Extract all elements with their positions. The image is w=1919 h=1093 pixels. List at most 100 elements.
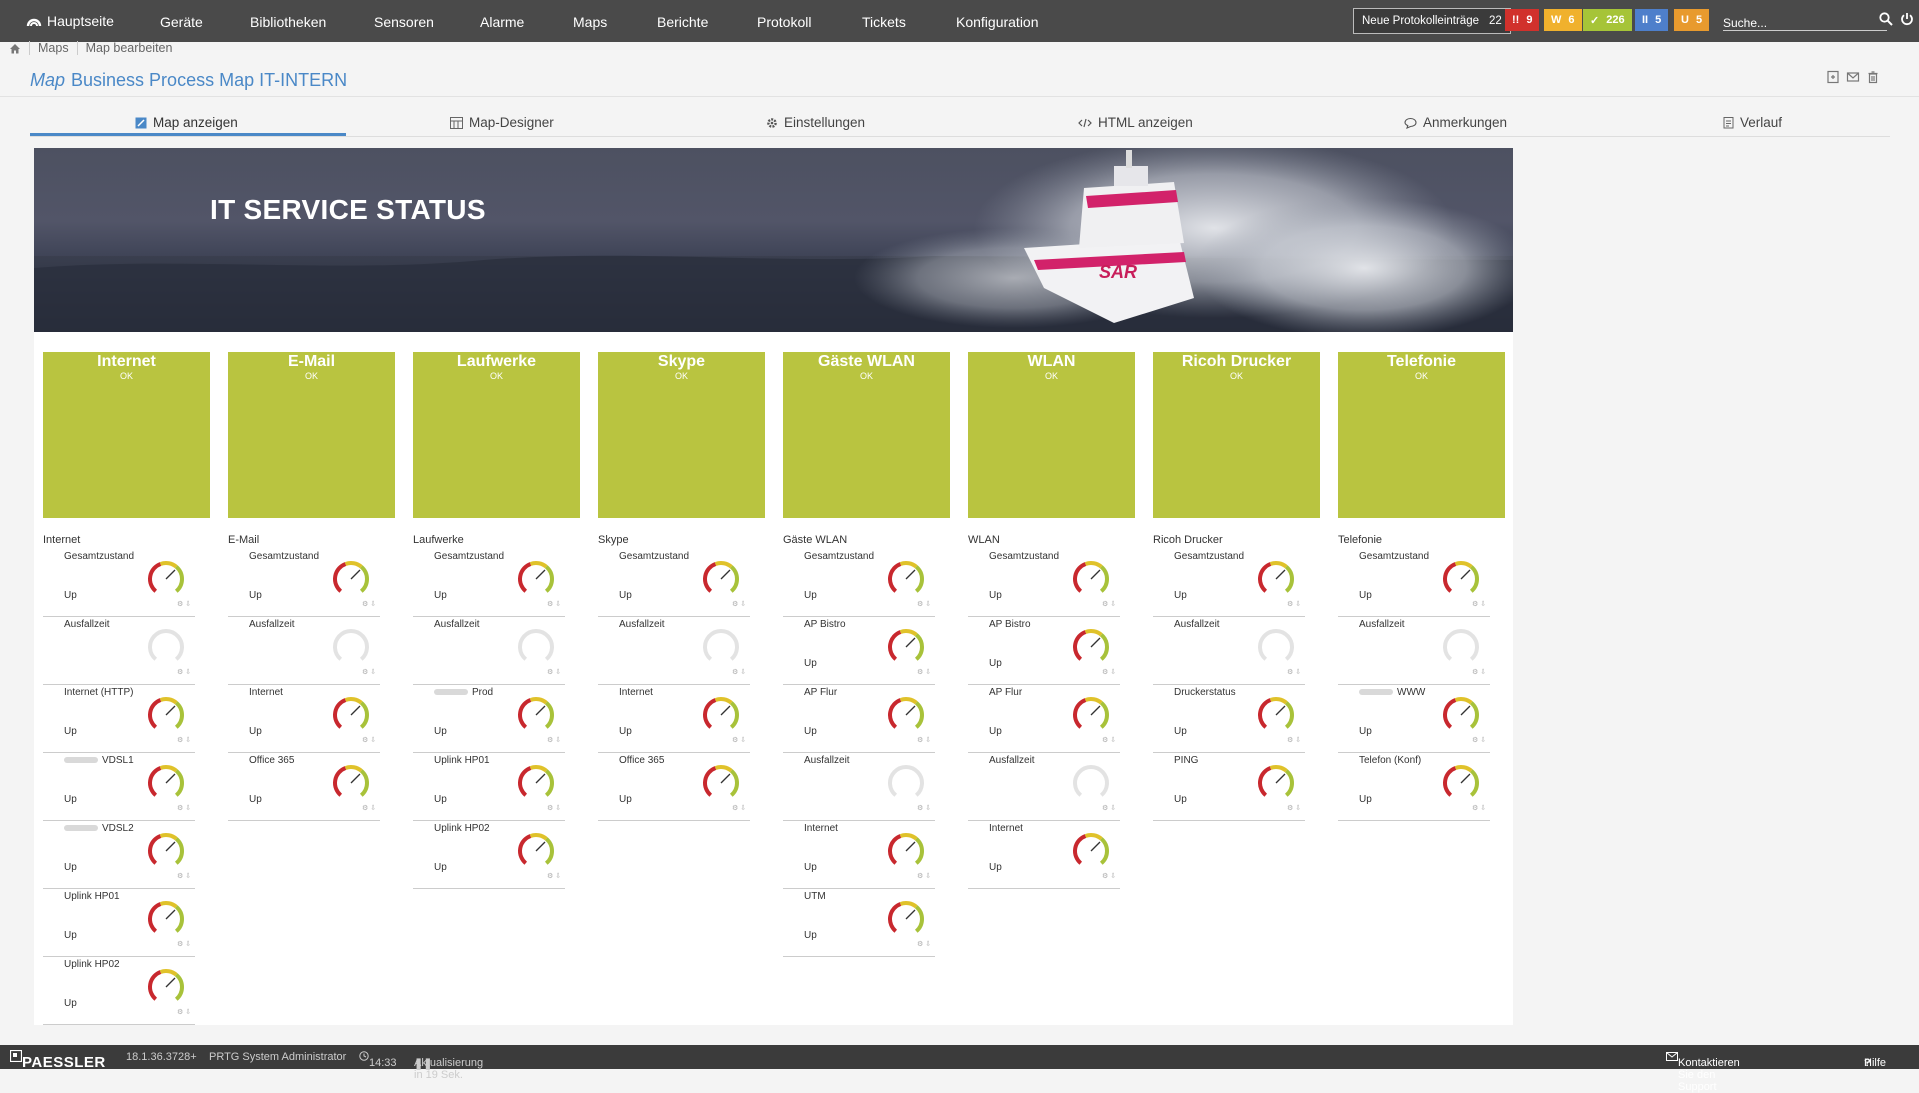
gauge-settings-icon[interactable]: ⚙ ⇩ (177, 1008, 191, 1016)
service-tile-e-mail[interactable]: E-Mail OK (228, 352, 395, 518)
sensor-gauge-item[interactable]: Gesamtzustand Up ⚙ ⇩ (228, 548, 380, 617)
nav-item-bibliotheken[interactable]: Bibliotheken (250, 14, 326, 30)
home-icon[interactable] (9, 43, 21, 54)
sensor-gauge-item[interactable]: Ausfallzeit ⚙ ⇩ (598, 616, 750, 685)
gauge-settings-icon[interactable]: ⚙ ⇩ (547, 668, 561, 676)
sensor-gauge-item[interactable]: Uplink HP01 Up ⚙ ⇩ (43, 888, 195, 957)
tab-einstellungen[interactable]: Einstellungen (766, 115, 865, 130)
gauge-settings-icon[interactable]: ⚙ ⇩ (362, 804, 376, 812)
sensor-gauge-item[interactable]: Telefon (Konf) Up ⚙ ⇩ (1338, 752, 1490, 821)
power-icon[interactable] (1900, 12, 1914, 26)
alarm-badge-paused[interactable]: II 5 (1635, 9, 1669, 31)
gauge-settings-icon[interactable]: ⚙ ⇩ (917, 804, 931, 812)
tab-html-anzeigen[interactable]: HTML anzeigen (1078, 115, 1193, 130)
gauge-settings-icon[interactable]: ⚙ ⇩ (1287, 668, 1301, 676)
sensor-gauge-item[interactable]: Ausfallzeit ⚙ ⇩ (228, 616, 380, 685)
service-tile-skype[interactable]: Skype OK (598, 352, 765, 518)
mail-icon[interactable] (1846, 70, 1860, 84)
gauge-settings-icon[interactable]: ⚙ ⇩ (177, 940, 191, 948)
gauge-settings-icon[interactable]: ⚙ ⇩ (732, 804, 746, 812)
nav-item-konfiguration[interactable]: Konfiguration (956, 14, 1039, 30)
tab-map-anzeigen[interactable]: Map anzeigen (135, 115, 238, 130)
sensor-gauge-item[interactable]: Office 365 Up ⚙ ⇩ (228, 752, 380, 821)
gauge-settings-icon[interactable]: ⚙ ⇩ (1287, 600, 1301, 608)
sensor-gauge-item[interactable]: Gesamtzustand Up ⚙ ⇩ (1338, 548, 1490, 617)
sensor-gauge-item[interactable]: Uplink HP02 Up ⚙ ⇩ (413, 820, 565, 889)
alarm-badge-warning[interactable]: W 6 (1544, 9, 1582, 31)
sensor-gauge-item[interactable]: Ausfallzeit ⚙ ⇩ (43, 616, 195, 685)
sensor-gauge-item[interactable]: Internet Up ⚙ ⇩ (598, 684, 750, 753)
export-icon[interactable] (1826, 70, 1840, 84)
support-link[interactable]: Kontaktieren Sie den Support (1666, 1051, 1740, 1093)
gauge-settings-icon[interactable]: ⚙ ⇩ (1287, 804, 1301, 812)
sensor-gauge-item[interactable]: AP Bistro Up ⚙ ⇩ (968, 616, 1120, 685)
sensor-gauge-item[interactable]: AP Flur Up ⚙ ⇩ (783, 684, 935, 753)
sensor-gauge-item[interactable]: Ausfallzeit ⚙ ⇩ (783, 752, 935, 821)
nav-home[interactable]: Hauptseite (26, 13, 114, 29)
sensor-gauge-item[interactable]: Gesamtzustand Up ⚙ ⇩ (968, 548, 1120, 617)
sensor-gauge-item[interactable]: Internet Up ⚙ ⇩ (783, 820, 935, 889)
sensor-gauge-item[interactable]: AP Flur Up ⚙ ⇩ (968, 684, 1120, 753)
gauge-settings-icon[interactable]: ⚙ ⇩ (547, 600, 561, 608)
alarm-badge-unusual[interactable]: U 5 (1674, 9, 1710, 31)
gauge-settings-icon[interactable]: ⚙ ⇩ (1102, 668, 1116, 676)
gauge-settings-icon[interactable]: ⚙ ⇩ (1472, 668, 1486, 676)
service-tile-gäste-wlan[interactable]: Gäste WLAN OK (783, 352, 950, 518)
sensor-gauge-item[interactable]: Ausfallzeit ⚙ ⇩ (1338, 616, 1490, 685)
gauge-settings-icon[interactable]: ⚙ ⇩ (732, 736, 746, 744)
gauge-settings-icon[interactable]: ⚙ ⇩ (1102, 872, 1116, 880)
sensor-gauge-item[interactable]: Uplink HP01 Up ⚙ ⇩ (413, 752, 565, 821)
sensor-gauge-item[interactable]: AP Bistro Up ⚙ ⇩ (783, 616, 935, 685)
gauge-settings-icon[interactable]: ⚙ ⇩ (1472, 736, 1486, 744)
sensor-gauge-item[interactable]: Internet Up ⚙ ⇩ (228, 684, 380, 753)
gauge-settings-icon[interactable]: ⚙ ⇩ (547, 872, 561, 880)
tab-anmerkungen[interactable]: Anmerkungen (1404, 115, 1507, 130)
gauge-settings-icon[interactable]: ⚙ ⇩ (917, 872, 931, 880)
new-log-entries-button[interactable]: Neue Protokolleinträge 22 (1353, 8, 1511, 34)
breadcrumb-map-bearbeiten[interactable]: Map bearbeiten (86, 41, 173, 55)
gauge-settings-icon[interactable]: ⚙ ⇩ (917, 940, 931, 948)
service-tile-wlan[interactable]: WLAN OK (968, 352, 1135, 518)
gauge-settings-icon[interactable]: ⚙ ⇩ (362, 600, 376, 608)
sensor-gauge-item[interactable]: Gesamtzustand Up ⚙ ⇩ (598, 548, 750, 617)
gauge-settings-icon[interactable]: ⚙ ⇩ (177, 736, 191, 744)
nav-item-tickets[interactable]: Tickets (862, 14, 906, 30)
gauge-settings-icon[interactable]: ⚙ ⇩ (1472, 804, 1486, 812)
sensor-gauge-item[interactable]: Gesamtzustand Up ⚙ ⇩ (783, 548, 935, 617)
nav-item-alarme[interactable]: Alarme (480, 14, 524, 30)
service-tile-telefonie[interactable]: Telefonie OK (1338, 352, 1505, 518)
sensor-gauge-item[interactable]: Internet (HTTP) Up ⚙ ⇩ (43, 684, 195, 753)
gauge-settings-icon[interactable]: ⚙ ⇩ (1102, 736, 1116, 744)
gauge-settings-icon[interactable]: ⚙ ⇩ (1287, 736, 1301, 744)
sensor-gauge-item[interactable]: UTM Up ⚙ ⇩ (783, 888, 935, 957)
gauge-settings-icon[interactable]: ⚙ ⇩ (732, 600, 746, 608)
sensor-gauge-item[interactable]: Gesamtzustand Up ⚙ ⇩ (43, 548, 195, 617)
sensor-gauge-item[interactable]: Gesamtzustand Up ⚙ ⇩ (1153, 548, 1305, 617)
sensor-gauge-item[interactable]: Uplink HP02 Up ⚙ ⇩ (43, 956, 195, 1025)
sensor-gauge-item[interactable]: VDSL2 Up ⚙ ⇩ (43, 820, 195, 889)
gauge-settings-icon[interactable]: ⚙ ⇩ (917, 600, 931, 608)
alarm-badge-down[interactable]: !! 9 (1505, 9, 1540, 31)
sensor-gauge-item[interactable]: WWW Up ⚙ ⇩ (1338, 684, 1490, 753)
sensor-gauge-item[interactable]: Gesamtzustand Up ⚙ ⇩ (413, 548, 565, 617)
sensor-gauge-item[interactable]: Ausfallzeit ⚙ ⇩ (968, 752, 1120, 821)
alarm-badge-up[interactable]: ✓ 226 (1583, 9, 1632, 31)
gauge-settings-icon[interactable]: ⚙ ⇩ (917, 668, 931, 676)
gauge-settings-icon[interactable]: ⚙ ⇩ (1472, 600, 1486, 608)
sensor-gauge-item[interactable]: Ausfallzeit ⚙ ⇩ (413, 616, 565, 685)
service-tile-internet[interactable]: Internet OK (43, 352, 210, 518)
nav-item-protokoll[interactable]: Protokoll (757, 14, 811, 30)
sensor-gauge-item[interactable]: VDSL1 Up ⚙ ⇩ (43, 752, 195, 821)
sensor-gauge-item[interactable]: Prod Up ⚙ ⇩ (413, 684, 565, 753)
trash-icon[interactable] (1866, 70, 1880, 84)
gauge-settings-icon[interactable]: ⚙ ⇩ (732, 668, 746, 676)
gauge-settings-icon[interactable]: ⚙ ⇩ (917, 736, 931, 744)
sensor-gauge-item[interactable]: PING Up ⚙ ⇩ (1153, 752, 1305, 821)
nav-item-berichte[interactable]: Berichte (657, 14, 708, 30)
tab-verlauf[interactable]: Verlauf (1723, 115, 1782, 130)
nav-item-sensoren[interactable]: Sensoren (374, 14, 434, 30)
gauge-settings-icon[interactable]: ⚙ ⇩ (362, 668, 376, 676)
search-input[interactable] (1723, 16, 1863, 30)
gauge-settings-icon[interactable]: ⚙ ⇩ (1102, 804, 1116, 812)
service-tile-laufwerke[interactable]: Laufwerke OK (413, 352, 580, 518)
